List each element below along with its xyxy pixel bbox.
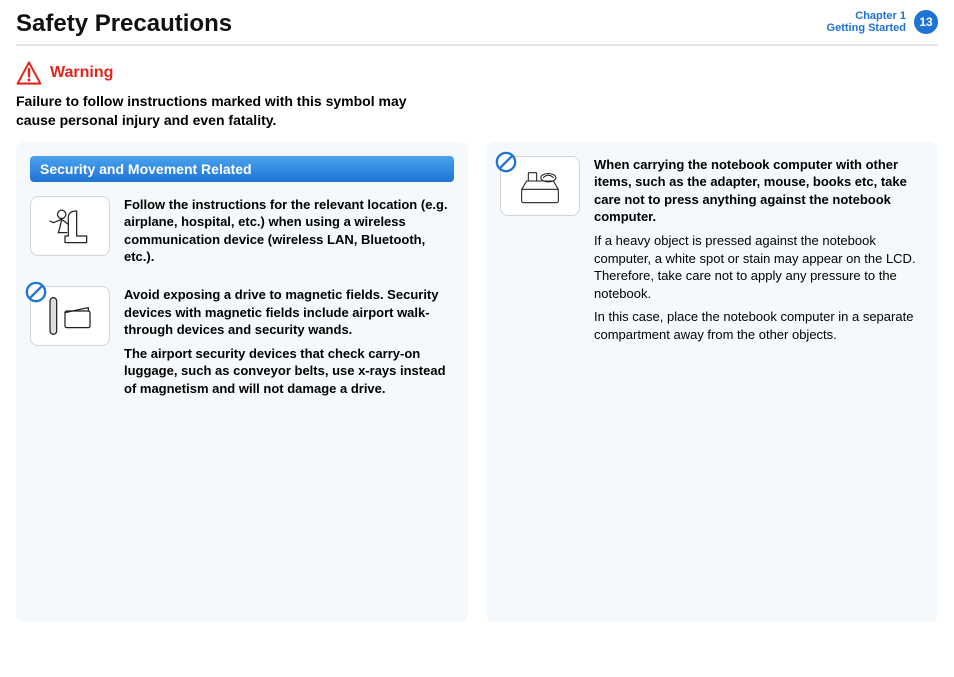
content-columns: Security and Movement Related Follow the… xyxy=(16,142,938,622)
chapter-title: Getting Started xyxy=(827,22,906,34)
instruction-regular: If a heavy object is pressed against the… xyxy=(594,232,924,302)
left-panel: Security and Movement Related Follow the… xyxy=(16,142,468,622)
instruction-bold: Avoid exposing a drive to magnetic field… xyxy=(124,286,454,339)
page-title: Safety Precautions xyxy=(16,10,232,38)
page-header: Safety Precautions Chapter 1 Getting Sta… xyxy=(16,10,938,46)
instruction-bold: When carrying the notebook computer with… xyxy=(594,156,924,226)
instruction-item: When carrying the notebook computer with… xyxy=(500,156,924,349)
warning-triangle-icon xyxy=(16,60,42,86)
section-banner: Security and Movement Related xyxy=(30,156,454,182)
instruction-regular: In this case, place the notebook compute… xyxy=(594,308,924,343)
chapter-block: Chapter 1 Getting Started xyxy=(827,10,906,34)
warning-heading: Warning xyxy=(16,60,938,86)
chapter-number: Chapter 1 xyxy=(827,10,906,22)
carrying-items-icon xyxy=(500,156,580,216)
prohibit-icon xyxy=(495,151,517,173)
instruction-text: Follow the instructions for the relevant… xyxy=(124,196,454,272)
header-right: Chapter 1 Getting Started 13 xyxy=(827,10,938,34)
instruction-bold: Follow the instructions for the relevant… xyxy=(124,196,454,266)
instruction-item: Follow the instructions for the relevant… xyxy=(30,196,454,272)
page-number-badge: 13 xyxy=(914,10,938,34)
warning-label: Warning xyxy=(50,64,113,82)
warning-text: Failure to follow instructions marked wi… xyxy=(16,92,446,130)
prohibit-icon xyxy=(25,281,47,303)
instruction-text: Avoid exposing a drive to magnetic field… xyxy=(124,286,454,403)
instruction-item: Avoid exposing a drive to magnetic field… xyxy=(30,286,454,403)
right-panel: When carrying the notebook computer with… xyxy=(486,142,938,622)
instruction-text: When carrying the notebook computer with… xyxy=(594,156,924,349)
page: Safety Precautions Chapter 1 Getting Sta… xyxy=(0,0,954,677)
instruction-bold: The airport security devices that check … xyxy=(124,345,454,398)
airplane-seat-icon xyxy=(30,196,110,256)
security-wand-icon xyxy=(30,286,110,346)
